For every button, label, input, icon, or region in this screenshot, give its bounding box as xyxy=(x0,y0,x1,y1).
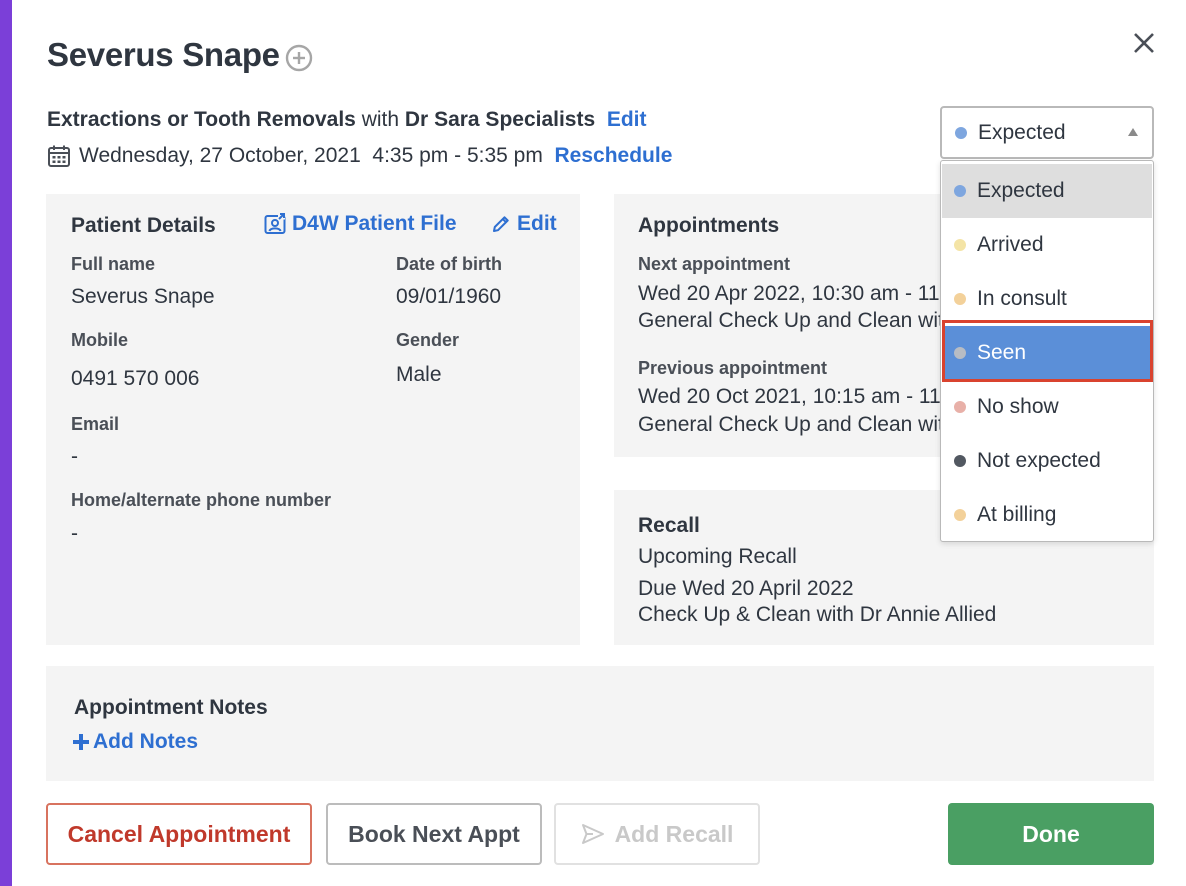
status-dot xyxy=(954,239,966,251)
full-name-value: Severus Snape xyxy=(71,285,215,308)
alt-phone-value: - xyxy=(71,522,78,545)
edit-patient-label: Edit xyxy=(517,212,557,235)
status-dot xyxy=(954,401,966,413)
patient-details-heading: Patient Details xyxy=(71,214,216,237)
contact-card-icon xyxy=(264,213,286,234)
previous-appointment-desc: General Check Up and Clean with xyxy=(638,413,956,436)
next-appointment-time: Wed 20 Apr 2022, 10:30 am - 11 xyxy=(638,282,940,305)
close-icon[interactable] xyxy=(1130,29,1158,57)
appointment-notes-heading: Appointment Notes xyxy=(74,696,268,719)
appointment-summary: Extractions or Tooth Removals with Dr Sa… xyxy=(47,108,647,132)
procedure-name: Extractions or Tooth Removals xyxy=(47,108,356,131)
add-recall-button[interactable]: Add Recall xyxy=(554,803,760,865)
appointment-notes-panel: Appointment Notes Add Notes xyxy=(46,666,1154,781)
status-option-not-expected[interactable]: Not expected xyxy=(942,434,1152,488)
status-option-label: In consult xyxy=(977,287,1067,310)
full-name-label: Full name xyxy=(71,254,156,274)
add-recall-label: Add Recall xyxy=(614,820,734,847)
edit-patient-link[interactable]: Edit xyxy=(491,212,557,236)
caret-up-icon xyxy=(1128,128,1138,136)
status-option-at-billing[interactable]: At billing xyxy=(942,488,1152,542)
add-notes-link[interactable]: Add Notes xyxy=(73,730,198,754)
date-time-text: Wednesday, 27 October, 2021 4:35 pm - 5:… xyxy=(79,144,543,167)
next-appointment-label: Next appointment xyxy=(638,254,791,274)
appointments-heading: Appointments xyxy=(638,214,780,237)
edit-appointment-link[interactable]: Edit xyxy=(607,108,647,131)
status-dot xyxy=(954,509,966,521)
calendar-icon xyxy=(48,145,70,167)
gender-value: Male xyxy=(396,363,442,386)
recall-status: Upcoming Recall xyxy=(638,545,797,568)
status-option-label: At billing xyxy=(977,503,1057,526)
book-next-appt-button[interactable]: Book Next Appt xyxy=(326,803,542,865)
plus-icon xyxy=(73,734,89,750)
gender-label: Gender xyxy=(396,330,460,350)
dob-value: 09/01/1960 xyxy=(396,285,502,308)
add-circle-icon[interactable] xyxy=(285,44,313,72)
status-option-label: No show xyxy=(977,395,1059,418)
recall-heading: Recall xyxy=(638,514,700,537)
reschedule-link[interactable]: Reschedule xyxy=(555,144,673,168)
add-notes-label: Add Notes xyxy=(93,730,198,753)
send-icon xyxy=(581,824,604,844)
previous-appointment-label: Previous appointment xyxy=(638,358,828,378)
status-select[interactable]: Expected xyxy=(940,106,1154,159)
email-label: Email xyxy=(71,414,120,434)
status-dot xyxy=(954,293,966,305)
appointment-date: Wednesday, 27 October, 2021 4:35 pm - 5:… xyxy=(47,144,672,168)
recall-due: Due Wed 20 April 2022 xyxy=(638,577,854,600)
dob-label: Date of birth xyxy=(396,254,502,274)
status-dot xyxy=(954,455,966,467)
alt-phone-label: Home/alternate phone number xyxy=(71,490,332,510)
status-option-in-consult[interactable]: In consult xyxy=(942,272,1152,326)
previous-appointment-time: Wed 20 Oct 2021, 10:15 am - 11 xyxy=(638,385,941,408)
email-value: - xyxy=(71,445,78,468)
patient-details-panel: Patient Details D4W Patient File Edit Fu… xyxy=(46,194,580,645)
status-option-label: Arrived xyxy=(977,233,1044,256)
done-button[interactable]: Done xyxy=(948,803,1154,865)
status-option-label: Not expected xyxy=(977,449,1101,472)
mobile-label: Mobile xyxy=(71,330,128,350)
status-dot xyxy=(955,127,967,139)
patient-file-label: D4W Patient File xyxy=(292,212,457,235)
status-option-arrived[interactable]: Arrived xyxy=(942,218,1152,272)
status-option-expected[interactable]: Expected xyxy=(942,164,1152,218)
highlight-outline xyxy=(942,320,1153,382)
next-appointment-desc: General Check Up and Clean with xyxy=(638,309,956,332)
with-word: with xyxy=(361,108,400,131)
status-option-label: Expected xyxy=(977,179,1065,202)
cancel-appointment-button[interactable]: Cancel Appointment xyxy=(46,803,312,865)
pencil-icon xyxy=(493,216,509,232)
provider-name: Dr Sara Specialists xyxy=(404,108,596,131)
status-select-value: Expected xyxy=(978,121,1066,144)
patient-file-link[interactable]: D4W Patient File xyxy=(264,212,457,236)
recall-desc: Check Up & Clean with Dr Annie Allied xyxy=(638,603,997,626)
status-dot xyxy=(954,185,966,197)
mobile-value: 0491 570 006 xyxy=(71,367,200,390)
accent-bar xyxy=(0,0,12,886)
status-option-no-show[interactable]: No show xyxy=(942,380,1152,434)
page-title: Severus Snape xyxy=(47,36,280,73)
